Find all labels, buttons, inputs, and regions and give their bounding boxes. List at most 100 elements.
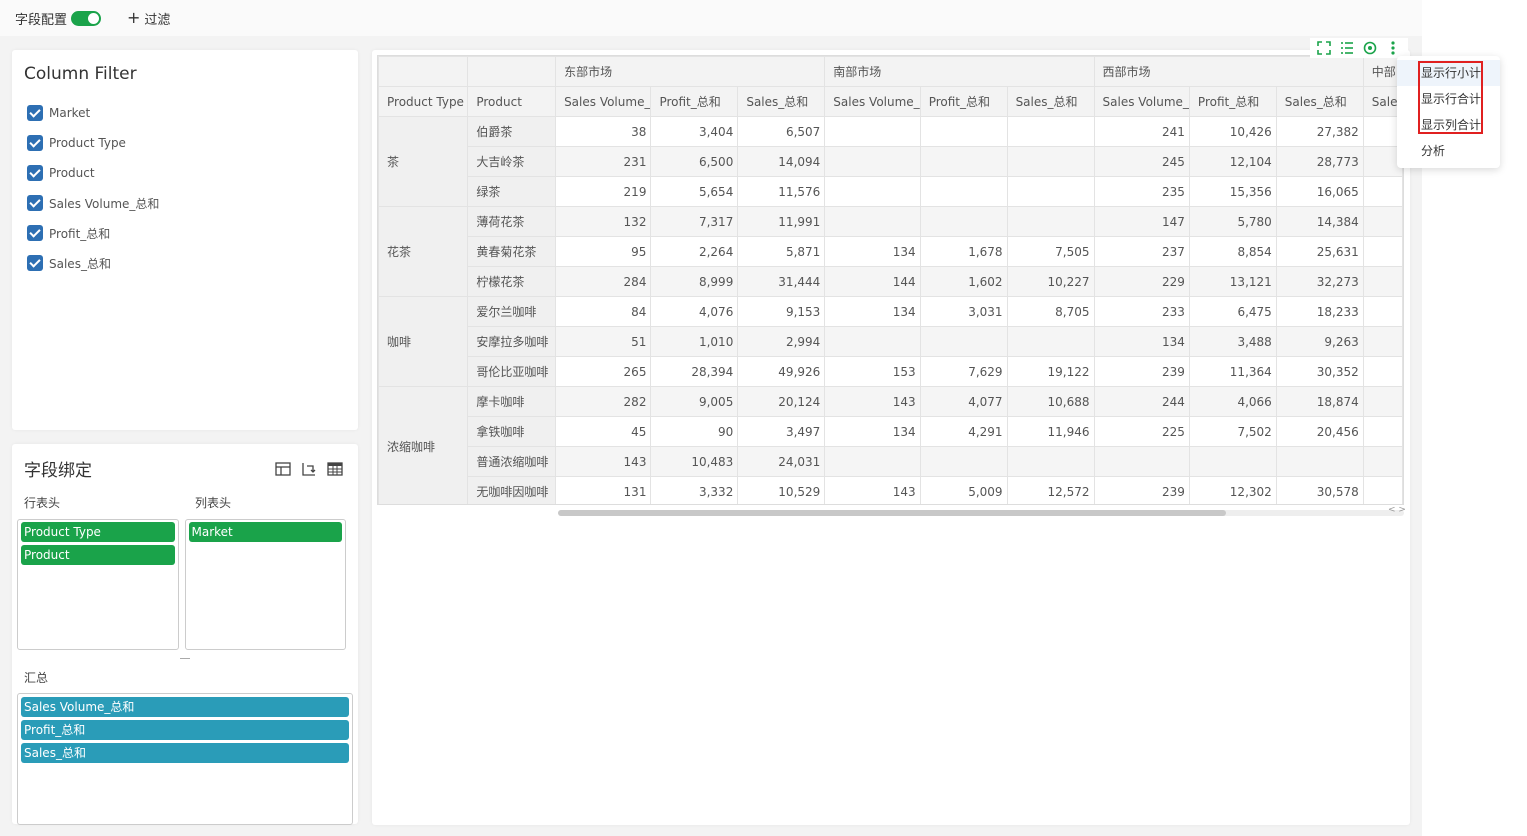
column-filter-item-label: Product (49, 166, 95, 180)
value-cell (1362, 236, 1403, 267)
menu-item[interactable]: 分析 (1397, 138, 1500, 164)
layout-icon[interactable] (274, 460, 292, 478)
value-cell: 5,654 (650, 176, 739, 207)
list-icon[interactable] (1339, 40, 1355, 56)
value-cell: 28,394 (650, 356, 739, 387)
value-cell: 30,578 (1275, 476, 1364, 504)
column-filter-title: Column Filter (24, 64, 137, 84)
field-chip[interactable]: Sales Volume_总和 (21, 697, 349, 717)
column-filter-item[interactable]: Market (24, 98, 346, 128)
column-filter-item[interactable]: Product (24, 158, 346, 188)
value-cell: 45 (555, 416, 652, 447)
column-filter-item-label: Sales_总和 (49, 256, 111, 271)
top-bar: 字段配置 + 过滤 (0, 0, 1422, 36)
value-cell: 20,124 (737, 386, 826, 417)
value-cell (1006, 116, 1095, 147)
column-filter-item[interactable]: Sales_总和 (24, 248, 346, 278)
table-row: 咖啡 爱尔兰咖啡 84 4,076 9,153 134 3,031 8,705 233 6,475… (378, 296, 1403, 387)
field-chip[interactable]: Product Type (21, 522, 175, 542)
product-type-cell: 浓缩咖啡 (378, 386, 469, 504)
value-cell: 49,926 (737, 356, 826, 387)
column-filter-item-label: Sales Volume_总和 (49, 196, 160, 211)
fullscreen-icon[interactable] (1316, 40, 1332, 56)
swap-icon[interactable] (300, 460, 318, 478)
checkbox[interactable] (27, 135, 43, 151)
value-cell: 5,871 (737, 236, 826, 267)
value-cell: 131 (555, 476, 652, 504)
value-cell: 143 (555, 446, 652, 477)
value-cell (1006, 146, 1095, 177)
value-cell: 10,227 (1006, 266, 1095, 297)
row-header-dropzone[interactable]: Product Type Product (17, 519, 179, 650)
pivot-table: 东部市场 南部市场 西部市场 中部 Product Type Product Sales V… (378, 56, 1403, 504)
column-filter-item[interactable]: Sales Volume_总和 (24, 188, 346, 218)
value-cell: 132 (555, 206, 652, 237)
field-chip[interactable]: Product (21, 545, 175, 565)
value-cell (1362, 296, 1403, 327)
value-cell: 1,010 (650, 326, 739, 357)
value-cell: 27,382 (1275, 116, 1364, 147)
value-cell: 134 (824, 236, 921, 267)
checkbox[interactable] (27, 255, 43, 271)
value-cell (919, 176, 1008, 207)
scroll-arrows-icon[interactable]: < > (1388, 505, 1406, 515)
more-icon[interactable] (1385, 40, 1401, 56)
field-chip[interactable]: Sales_总和 (21, 743, 349, 763)
value-cell: 7,317 (650, 206, 739, 237)
checkbox[interactable] (27, 225, 43, 241)
table-row: 黄春菊花茶 95 2,264 5,871 134 1,678 7,505 237 8,854 25… (379, 236, 1403, 267)
refresh-icon[interactable] (1362, 40, 1378, 56)
field-binding-title: 字段绑定 (24, 461, 92, 481)
value-cell: 8,705 (1006, 296, 1095, 327)
value-cell (1275, 446, 1364, 477)
value-cell: 3,497 (737, 416, 826, 447)
value-cell: 13,121 (1188, 266, 1277, 297)
summary-dropzone[interactable]: Sales Volume_总和 Profit_总和 Sales_总和 (17, 693, 353, 825)
value-cell: 28,773 (1275, 146, 1364, 177)
table-row: 大吉岭茶 231 6,500 14,094 245 12,104 28,773 (379, 146, 1403, 177)
value-cell: 134 (824, 296, 921, 327)
market-header: 西部市场 (1093, 56, 1364, 87)
value-cell: 20,456 (1275, 416, 1364, 447)
value-cell: 12,302 (1188, 476, 1277, 504)
resize-handle[interactable] (180, 658, 190, 659)
value-cell: 147 (1093, 206, 1190, 237)
product-cell: 普通浓缩咖啡 (467, 446, 557, 477)
product-cell: 黄春菊花茶 (467, 236, 557, 267)
value-cell (1362, 206, 1403, 237)
value-cell: 84 (555, 296, 652, 327)
value-cell: 9,005 (650, 386, 739, 417)
value-cell: 6,507 (737, 116, 826, 147)
col-header-dropzone[interactable]: Market (184, 519, 346, 650)
column-filter-list: Market Product Type Product Sales Volume_总和… (24, 98, 346, 278)
horizontal-scrollbar[interactable] (558, 510, 1404, 516)
field-chip[interactable]: Profit_总和 (21, 720, 349, 740)
value-cell: 7,629 (919, 356, 1008, 387)
checkbox[interactable] (27, 105, 43, 121)
filter-button[interactable]: + 过滤 (127, 9, 170, 28)
table-row: 浓缩咖啡 摩卡咖啡 282 9,005 20,124 143 4,077 10,688 244 4… (378, 386, 1403, 504)
value-cell: 143 (824, 476, 921, 504)
checkbox[interactable] (27, 165, 43, 181)
value-cell (1093, 446, 1190, 477)
column-filter-item[interactable]: Profit_总和 (24, 218, 346, 248)
column-filter-item[interactable]: Product Type (24, 128, 346, 158)
column-filter-item-label: Product Type (49, 136, 126, 150)
field-chip[interactable]: Market (188, 522, 342, 542)
scrollbar-thumb[interactable] (558, 510, 1226, 516)
table-icon[interactable] (326, 460, 344, 478)
product-type-cell: 花茶 (378, 206, 469, 297)
product-type-cell: 茶 (378, 116, 469, 207)
value-cell: 10,688 (1006, 386, 1095, 417)
field-config-toggle[interactable] (71, 10, 102, 26)
checkbox[interactable] (27, 195, 43, 211)
product-cell: 摩卡咖啡 (467, 386, 557, 417)
value-cell: 235 (1093, 176, 1190, 207)
value-cell: 6,500 (650, 146, 739, 177)
value-cell: 3,404 (650, 116, 739, 147)
value-cell: 4,076 (650, 296, 739, 327)
value-cell: 10,426 (1188, 116, 1277, 147)
value-cell: 32,273 (1275, 266, 1364, 297)
value-cell (919, 326, 1008, 357)
value-cell: 239 (1093, 356, 1190, 387)
